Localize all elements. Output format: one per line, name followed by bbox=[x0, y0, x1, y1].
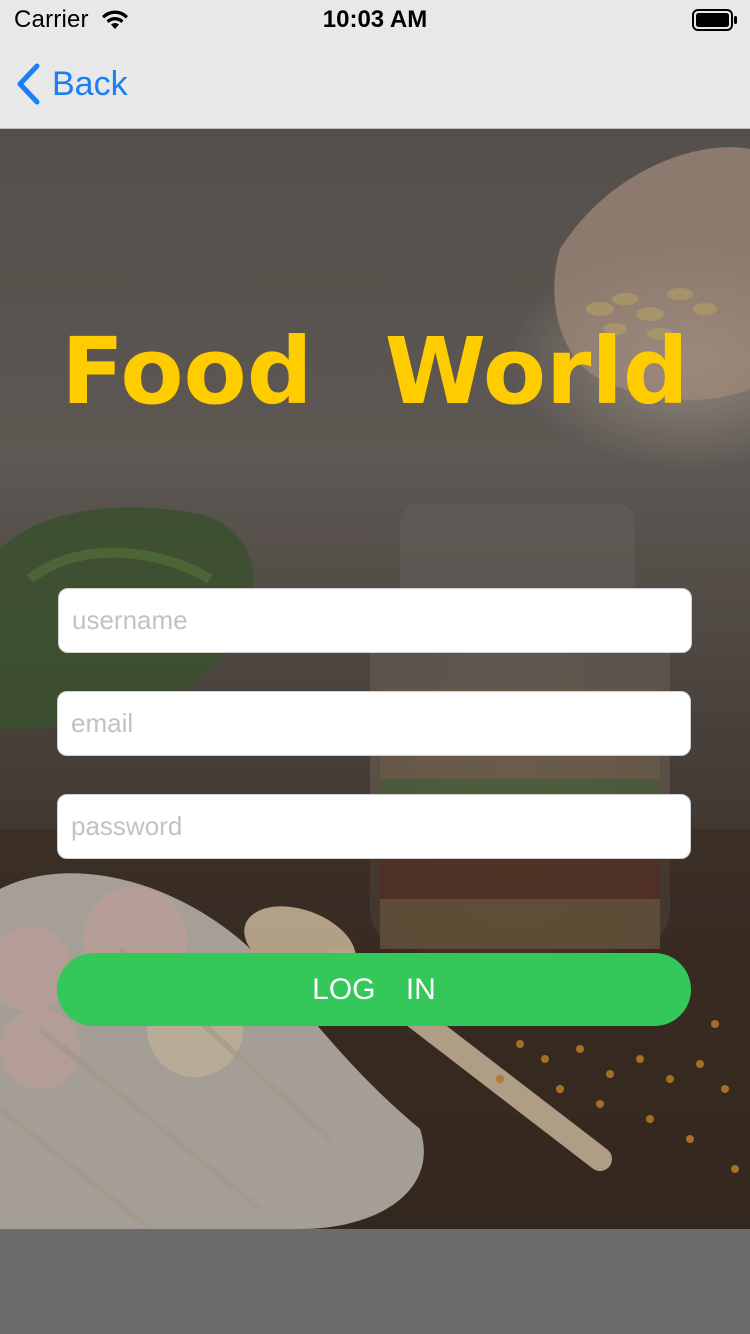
back-button[interactable]: Back bbox=[14, 58, 128, 110]
status-time: 10:03 AM bbox=[322, 6, 428, 33]
app-title: Food World bbox=[61, 318, 689, 425]
back-label: Back bbox=[52, 64, 128, 103]
status-bar: Carrier 10:03 AM bbox=[0, 0, 750, 40]
password-field[interactable] bbox=[57, 794, 691, 859]
username-field[interactable] bbox=[58, 588, 692, 653]
hero-background-image bbox=[0, 129, 750, 1229]
email-field[interactable] bbox=[57, 691, 691, 756]
login-screen: Carrier 10:03 AM Back Food World usernam… bbox=[0, 0, 750, 1334]
battery-icon bbox=[692, 9, 737, 31]
dim-overlay bbox=[0, 129, 750, 1229]
navigation-bar: Back bbox=[0, 40, 750, 129]
login-button[interactable]: LOG IN bbox=[57, 953, 691, 1026]
chevron-left-icon bbox=[17, 63, 40, 105]
